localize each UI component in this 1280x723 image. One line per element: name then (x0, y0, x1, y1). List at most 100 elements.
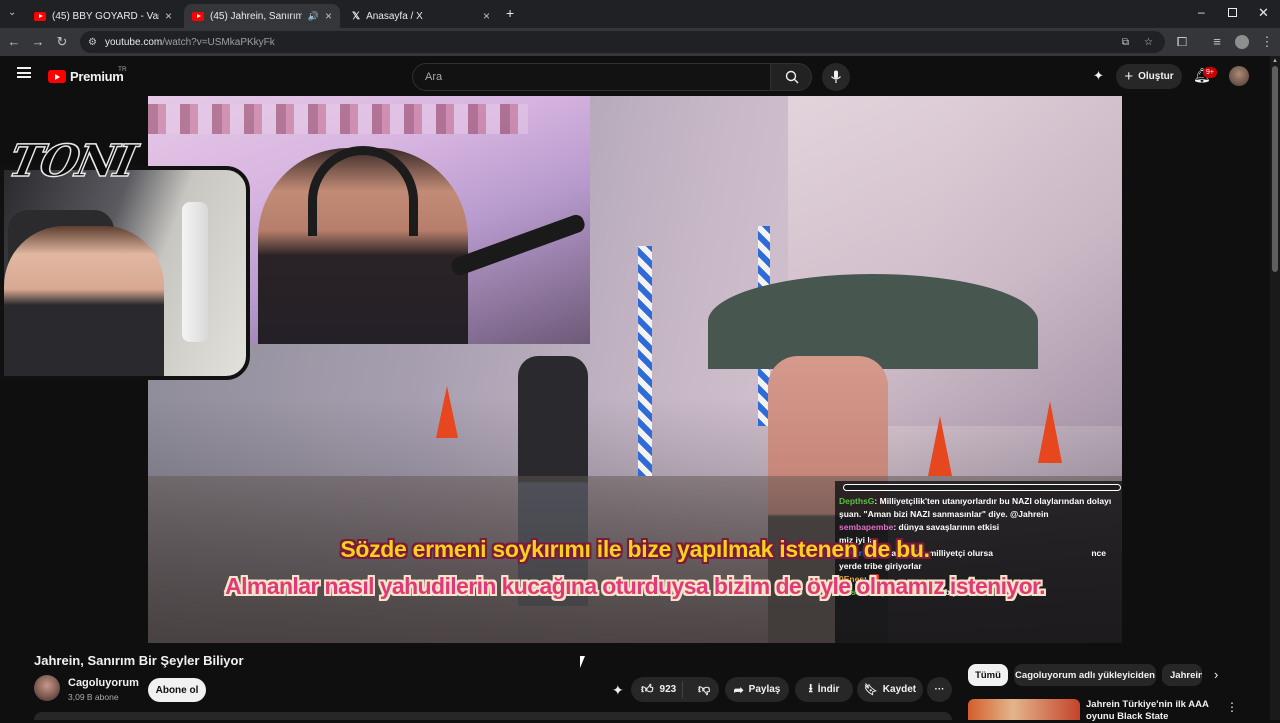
forward-icon[interactable]: → (29, 28, 47, 56)
subtitle-line-2: Almanlar nasıl yahudilerin kucağına otur… (225, 573, 1045, 599)
account-avatar[interactable] (1229, 66, 1249, 86)
scrollbar-thumb[interactable] (1272, 66, 1278, 272)
thumbs-up-icon: 👍︎ (641, 682, 654, 696)
voice-search-button[interactable] (822, 63, 850, 91)
traffic-cone (436, 386, 458, 438)
browser-tab-3[interactable]: 𝕏 Anasayfa / X × (344, 4, 498, 28)
speaker-icon[interactable]: 🔊 (308, 11, 319, 22)
notification-count-badge: 9+ (1203, 67, 1217, 78)
more-actions-button[interactable]: ··· (927, 677, 952, 702)
toni-logo: TONI (4, 135, 140, 188)
subscribe-button[interactable]: Abone ol (148, 678, 206, 702)
premium-label: Premium (70, 69, 124, 84)
channel-avatar[interactable] (34, 675, 60, 701)
browser-tab-strip: ⌄ (45) BBY GOYARD - Vamp Fang × (45) Jah… (0, 0, 1280, 28)
browser-toolbar: ← → ↻ ⚙ youtube.com/watch?v=USMkaPKkyFk … (0, 28, 1280, 56)
minimize-icon[interactable]: – (1198, 5, 1205, 19)
next-video-menu-icon[interactable]: ⋮ (1226, 700, 1238, 714)
address-bar[interactable]: ⚙ youtube.com/watch?v=USMkaPKkyFk ⧉ ☆ (80, 31, 1165, 53)
video-title: Jahrein, Sanırım Bir Şeyler Biliyor (34, 653, 244, 668)
tab-close-icon[interactable]: × (165, 9, 172, 23)
chat-text: : dünya savaşlarının etkisi (893, 522, 1000, 532)
chat-text: : Milliyetçilik'ten utanıyorlardır bu NA… (839, 496, 1112, 519)
air-purifier (182, 202, 208, 342)
like-button[interactable]: 👍︎ 923 (631, 681, 683, 698)
download-label: İndir (817, 684, 840, 695)
figurine-shelf (148, 104, 528, 134)
extensions-icon[interactable]: ⧠ (1173, 28, 1191, 56)
hamburger-menu-icon[interactable] (17, 67, 31, 78)
chrome-menu-icon[interactable]: ⋮ (1258, 28, 1276, 56)
site-info-icon[interactable]: ⚙ (88, 37, 97, 48)
maximize-icon[interactable] (1228, 8, 1237, 17)
reload-icon[interactable]: ↻ (53, 28, 71, 56)
next-video-title[interactable]: Jahrein Türkiye'nin ilk AAA oyunu Black … (1086, 699, 1211, 723)
like-dislike-group: 👍︎ 923 👎︎ (631, 677, 719, 702)
create-label: Oluştur (1138, 71, 1174, 82)
dislike-button[interactable]: 👎︎ (688, 682, 710, 697)
youtube-favicon-icon (192, 11, 204, 21)
download-icon: ⭳ (808, 681, 813, 695)
youtube-favicon-icon (34, 11, 46, 21)
reactor-facecam (0, 166, 250, 380)
premium-sparkle-icon[interactable]: ✦ (1093, 68, 1104, 84)
chat-progress-bar (843, 484, 1121, 491)
traffic-cone (928, 416, 952, 476)
share-button[interactable]: ➦ Paylaş (725, 677, 789, 702)
profile-avatar-icon[interactable] (1235, 35, 1249, 49)
search-button[interactable] (770, 63, 812, 91)
chip-all[interactable]: Tümü (968, 664, 1008, 686)
youtube-logo[interactable]: Premium (48, 69, 124, 84)
channel-name[interactable]: Cagoluyorum (68, 677, 139, 689)
microphone-icon (831, 70, 841, 83)
chat-username: sembapembe (839, 522, 894, 532)
thumbs-down-icon: 👎︎ (698, 682, 711, 696)
description-box-edge[interactable] (34, 712, 952, 720)
chips-next-chevron-icon[interactable]: › (1214, 667, 1218, 682)
tab-title: Anasayfa / X (366, 10, 423, 22)
youtube-play-logo-icon (48, 70, 66, 83)
video-player[interactable]: DepthsG: Milliyetçilik'ten utanıyorlardı… (148, 96, 1122, 643)
scrollbar-up-arrow-icon[interactable]: ▲ (1272, 58, 1278, 64)
search-icon (785, 70, 799, 84)
umbrella (708, 274, 1038, 369)
reactor-person (4, 226, 164, 376)
browser-tab-1[interactable]: (45) BBY GOYARD - Vamp Fang × (26, 4, 180, 28)
region-code: TR (118, 66, 127, 73)
close-window-icon[interactable]: ✕ (1258, 5, 1269, 21)
chip-jahrein[interactable]: Jahrein (1162, 664, 1202, 686)
save-button[interactable]: 🔖︎ Kaydet (857, 677, 923, 702)
traffic-cone (1038, 401, 1062, 463)
x-logo-icon: 𝕏 (352, 10, 361, 22)
chat-message: DepthsG: Milliyetçilik'ten utanıyorlardı… (835, 495, 1122, 521)
chip-from-uploader[interactable]: Cagoluyorum adlı yükleyiciden (1014, 664, 1156, 686)
page-scrollbar[interactable]: ▲ (1270, 56, 1280, 720)
create-button[interactable]: + Oluştur (1116, 64, 1182, 89)
new-tab-button[interactable]: + (506, 5, 514, 21)
search-input[interactable]: Ara (412, 63, 770, 91)
save-label: Kaydet (882, 684, 917, 695)
url-host: youtube.com (104, 36, 163, 48)
subtitle-line-1: Sözde ermeni soykırımı ile bize yapılmak… (340, 536, 930, 562)
reading-list-icon[interactable]: ≡ (1208, 28, 1226, 56)
pole-blue-white (638, 246, 652, 476)
tab-close-icon[interactable]: × (325, 9, 332, 23)
install-app-icon[interactable]: ⧉ (1122, 37, 1129, 48)
share-arrow-icon: ➦ (733, 682, 744, 697)
browser-tab-2-active[interactable]: (45) Jahrein, Sanırım Bir Şey 🔊 × (184, 4, 340, 28)
url-path: /watch?v=USMkaPKkyFk (162, 36, 275, 48)
subscriber-count: 3,09 B abone (68, 692, 119, 702)
mouse-cursor-icon (580, 656, 585, 668)
back-icon[interactable]: ← (5, 28, 23, 56)
like-count: 923 (659, 684, 677, 695)
next-video-thumbnail[interactable] (968, 699, 1080, 720)
premium-sparkle-icon[interactable]: ✦ (612, 682, 624, 699)
bookmark-star-icon[interactable]: ☆ (1144, 37, 1153, 48)
tab-title: (45) BBY GOYARD - Vamp Fang (52, 10, 159, 22)
youtube-header: Premium TR Ara ✦ + Oluştur 🔔︎ 9+ (0, 56, 1270, 96)
chat-message: sembapembe: dünya savaşlarının etkisi (835, 521, 1122, 534)
tab-close-icon[interactable]: × (483, 9, 490, 23)
tab-search-chevron-icon[interactable]: ⌄ (8, 7, 16, 18)
tab-title: (45) Jahrein, Sanırım Bir Şey (210, 10, 302, 22)
download-button[interactable]: ⭳ İndir (795, 677, 853, 702)
